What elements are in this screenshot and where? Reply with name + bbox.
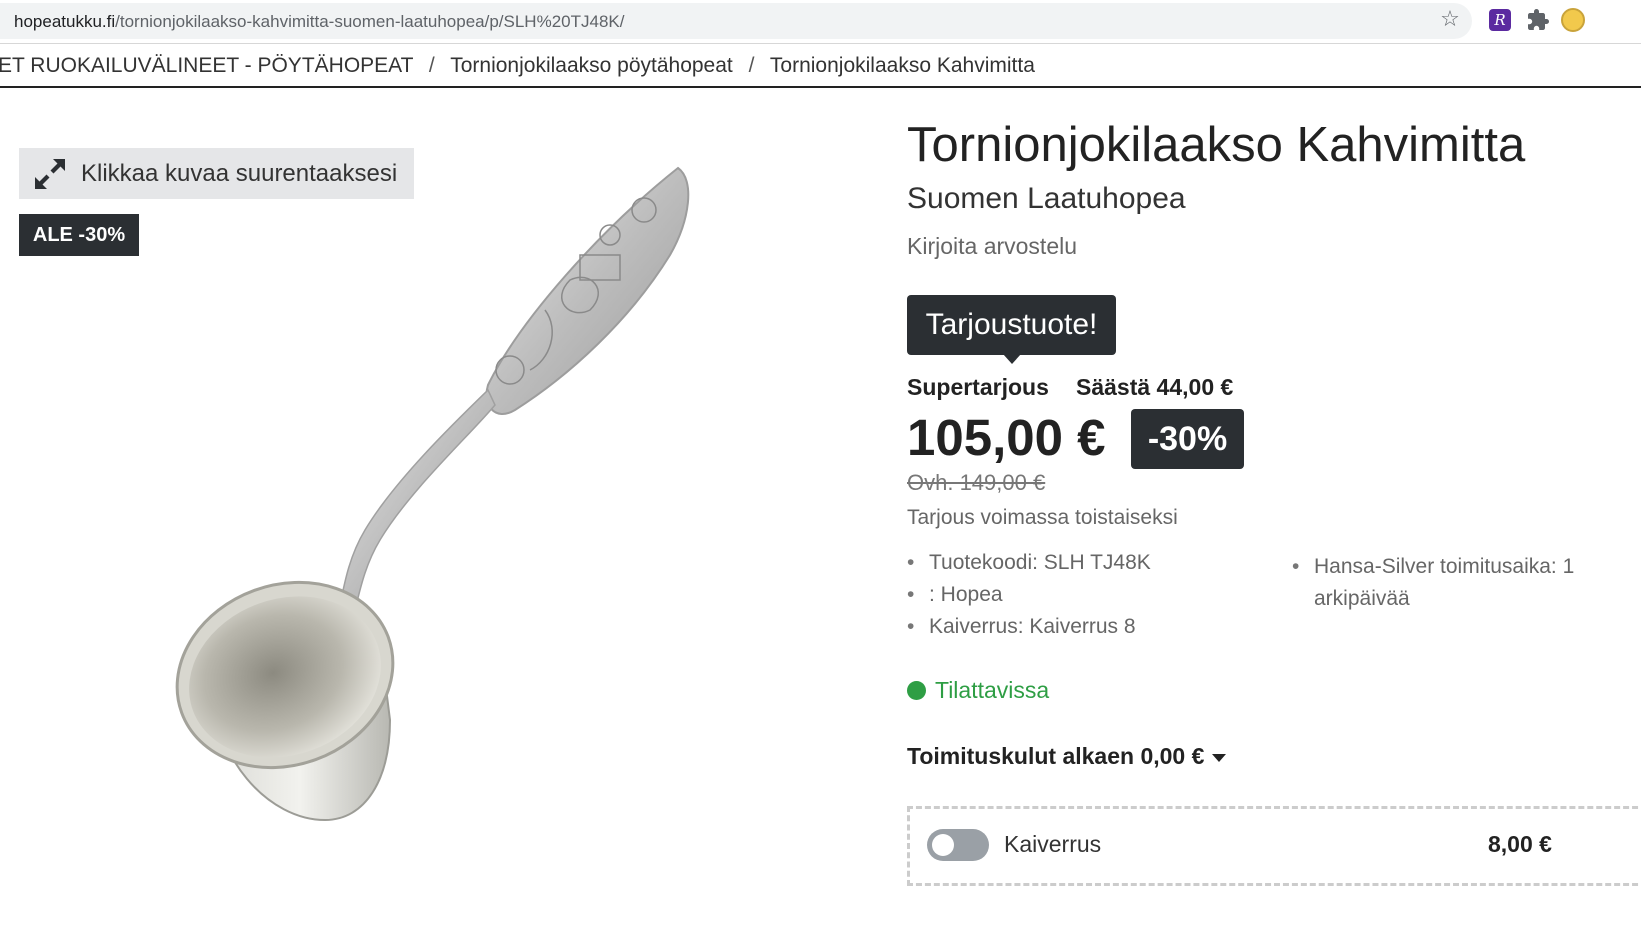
brand-name[interactable]: Suomen Laatuhopea [907, 182, 1186, 216]
spec-item-engraving: • Kaiverrus: Kaiverrus 8 [907, 615, 1151, 647]
spec-text: Tuotekoodi: SLH TJ48K [929, 551, 1151, 574]
extension-r-icon[interactable]: R [1489, 9, 1511, 31]
stock-status: Tilattavissa [935, 677, 1050, 703]
engraving-price: 8,00 € [1488, 831, 1552, 857]
url-text: hopeatukku.fi/tornionjokilaakso-kahvimit… [14, 12, 624, 32]
profile-avatar-icon[interactable] [1561, 8, 1585, 32]
spec-text: Kaiverrus: Kaiverrus 8 [929, 615, 1136, 638]
bullet: • [907, 551, 915, 574]
super-offer-label: Supertarjous [907, 374, 1049, 400]
url-host: hopeatukku.fi [14, 12, 116, 31]
delivery-time: • Hansa-Silver toimitusaika: 1 [1292, 551, 1641, 583]
product-image[interactable] [150, 160, 710, 830]
engraving-toggle[interactable] [927, 829, 989, 861]
delivery-time-cont: arkipäivää [1292, 583, 1641, 615]
browser-toolbar: hopeatukku.fi/tornionjokilaakso-kahvimit… [0, 0, 1641, 44]
stock-status-icon [907, 681, 926, 700]
sale-badge: ALE -30% [19, 214, 139, 256]
savings-label: Säästä 44,00 € [1076, 374, 1234, 400]
bullet: • [1292, 555, 1300, 578]
breadcrumb-separator: / [748, 54, 755, 77]
breadcrumb-item-category[interactable]: ET RUOKAILUVÄLINEET - PÖYTÄHOPEAT [0, 54, 413, 77]
spec-item-code: • Tuotekoodi: SLH TJ48K [907, 551, 1151, 583]
spec-list: • Tuotekoodi: SLH TJ48K • : Hopea • Kaiverr… [907, 551, 1151, 647]
offer-validity: Tarjous voimassa toistaiseksi [907, 506, 1178, 529]
price: 105,00 € [907, 409, 1106, 466]
shipping-cost-toggle[interactable]: Toimituskulut alkaen 0,00 € [907, 743, 1227, 770]
toggle-knob [932, 834, 954, 856]
shipping-cost-label: Toimituskulut alkaen 0,00 € [907, 743, 1205, 769]
delivery-info: • Hansa-Silver toimitusaika: 1 arkipäivää [1292, 551, 1641, 615]
original-price: Ovh. 149,00 € [907, 470, 1046, 495]
bullet: • [907, 615, 915, 638]
url-path: /tornionjokilaakso-kahvimitta-suomen-laa… [115, 12, 625, 31]
spec-text: : Hopea [929, 583, 1003, 606]
expand-icon [35, 158, 65, 189]
breadcrumb-item-current: Tornionjokilaakso Kahvimitta [769, 54, 1035, 77]
discount-badge: -30% [1131, 409, 1244, 469]
engraving-option: Kaiverrus 8,00 € [907, 806, 1641, 886]
write-review-link[interactable]: Kirjoita arvostelu [907, 233, 1077, 260]
extensions-puzzle-icon[interactable] [1526, 8, 1550, 32]
caret-down-icon [1212, 753, 1227, 762]
offer-tag: Tarjoustuote! [907, 295, 1116, 364]
delivery-text: Hansa-Silver toimitusaika: 1 [1314, 555, 1575, 578]
breadcrumb-separator: / [428, 54, 435, 77]
bookmark-star-icon[interactable]: ☆ [1438, 7, 1462, 31]
address-bar[interactable]: hopeatukku.fi/tornionjokilaakso-kahvimit… [0, 3, 1472, 39]
breadcrumb-item-collection[interactable]: Tornionjokilaakso pöytähopeat [450, 54, 733, 77]
bullet: • [907, 583, 915, 606]
delivery-text: arkipäivää [1314, 587, 1410, 610]
spec-item-material: • : Hopea [907, 583, 1151, 615]
product-title: Tornionjokilaakso Kahvimitta [907, 118, 1526, 172]
engraving-label: Kaiverrus [1004, 831, 1102, 857]
breadcrumb: ET RUOKAILUVÄLINEET - PÖYTÄHOPEAT / Torn… [0, 44, 1641, 88]
